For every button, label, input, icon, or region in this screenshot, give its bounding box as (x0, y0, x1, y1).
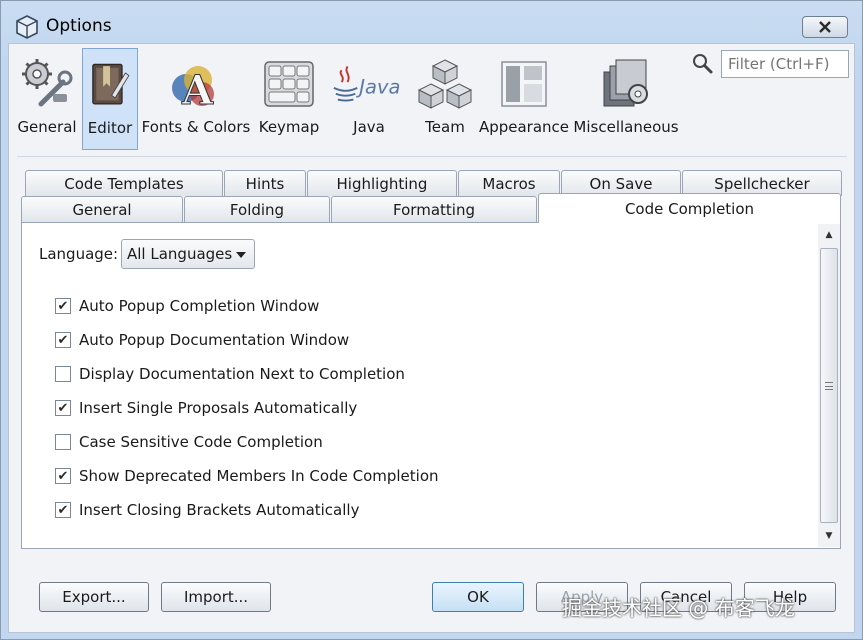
option-label: Insert Closing Brackets Automatically (79, 501, 360, 519)
tab-label: Highlighting (336, 174, 428, 193)
button-label: OK (467, 588, 489, 606)
toolbar-separator (17, 156, 847, 157)
language-value: All Languages (127, 245, 233, 263)
team-cubes-icon (417, 59, 473, 109)
scroll-thumb[interactable] (820, 248, 838, 523)
language-label: Language: (39, 245, 119, 263)
button-label: Import... (183, 588, 249, 606)
category-label: Java (353, 118, 385, 136)
tab-code-templates[interactable]: Code Templates (25, 170, 223, 196)
code-completion-panel: Language: All Languages ✔ Auto Popup Com… (21, 222, 841, 549)
button-label: Export... (62, 588, 126, 606)
category-team[interactable]: Team (414, 48, 476, 150)
tab-label: Code Templates (64, 174, 184, 193)
tab-label: Formatting (393, 200, 475, 219)
java-logo-icon: Java (333, 65, 400, 102)
svg-text:A: A (181, 67, 214, 112)
miscellaneous-icon (603, 59, 648, 107)
option-display-documentation-next[interactable]: Display Documentation Next to Completion (55, 364, 405, 384)
svg-text:Java: Java (355, 76, 400, 99)
option-label: Auto Popup Documentation Window (79, 331, 350, 349)
option-label: Auto Popup Completion Window (79, 297, 320, 315)
category-java[interactable]: Java Java (329, 48, 409, 150)
gears-wrench-icon (22, 59, 73, 107)
tab-label: Folding (229, 200, 285, 219)
editor-book-icon (92, 63, 130, 105)
checkbox[interactable]: ✔ (55, 298, 71, 314)
tab-formatting[interactable]: Formatting (331, 196, 537, 222)
checkbox[interactable] (55, 366, 71, 382)
checkbox[interactable] (55, 434, 71, 450)
watermark: 掘金技术社区 @ 布客飞龙 (562, 596, 795, 620)
category-editor[interactable]: Editor (82, 48, 138, 150)
option-label: Display Documentation Next to Completion (79, 365, 405, 383)
checkbox[interactable]: ✔ (55, 502, 71, 518)
export-button[interactable]: Export... (39, 582, 149, 612)
appearance-windows-icon (501, 61, 547, 107)
tab-label: Spellchecker (714, 174, 810, 193)
language-select[interactable]: All Languages (121, 239, 255, 269)
option-insert-closing-brackets[interactable]: ✔ Insert Closing Brackets Automatically (55, 500, 359, 520)
option-auto-popup-documentation[interactable]: ✔ Auto Popup Documentation Window (55, 330, 349, 350)
close-icon (819, 21, 831, 33)
scroll-up-icon[interactable]: ▲ (818, 224, 840, 246)
import-button[interactable]: Import... (161, 582, 271, 612)
category-label: Keymap (258, 118, 320, 136)
tab-folding[interactable]: Folding (184, 196, 330, 222)
vertical-scrollbar[interactable]: ▲ ▼ (818, 224, 840, 547)
option-label: Show Deprecated Members In Code Completi… (79, 467, 439, 485)
tab-label: Macros (482, 174, 536, 193)
category-keymap[interactable]: Keymap (255, 48, 323, 150)
ok-button[interactable]: OK (432, 582, 524, 612)
category-label: Appearance (478, 118, 570, 136)
close-button[interactable] (802, 16, 848, 38)
tab-code-completion[interactable]: Code Completion (538, 193, 841, 223)
options-window: Options General Editor A Fonts & Colors … (0, 0, 863, 640)
category-label: Fonts & Colors (141, 118, 251, 136)
option-case-sensitive[interactable]: Case Sensitive Code Completion (55, 432, 323, 452)
checkbox[interactable]: ✔ (55, 400, 71, 416)
tab-label: Code Completion (624, 199, 755, 218)
scroll-down-icon[interactable]: ▼ (818, 525, 840, 547)
keyboard-icon (264, 61, 314, 107)
tab-highlighting[interactable]: Highlighting (307, 170, 457, 196)
option-show-deprecated[interactable]: ✔ Show Deprecated Members In Code Comple… (55, 466, 439, 486)
option-insert-single-proposals[interactable]: ✔ Insert Single Proposals Automatically (55, 398, 357, 418)
category-fonts-colors[interactable]: A Fonts & Colors (142, 48, 250, 150)
window-title: Options (46, 16, 112, 36)
checkbox[interactable]: ✔ (55, 332, 71, 348)
options-content: General Editor A Fonts & Colors Keymap J… (8, 43, 855, 633)
tab-general[interactable]: General (21, 196, 183, 222)
checkbox[interactable]: ✔ (55, 468, 71, 484)
option-auto-popup-completion[interactable]: ✔ Auto Popup Completion Window (55, 296, 319, 316)
category-label: Editor (87, 119, 133, 137)
tab-label: On Save (589, 174, 653, 193)
category-general[interactable]: General (13, 48, 81, 150)
fonts-colors-icon: A (172, 66, 215, 112)
tab-label: General (72, 200, 132, 219)
category-label: Team (425, 118, 465, 136)
tab-label: Hints (245, 174, 285, 193)
netbeans-cube-icon (16, 15, 38, 39)
chevron-down-icon (236, 252, 246, 258)
tab-hints[interactable]: Hints (224, 170, 306, 196)
option-label: Insert Single Proposals Automatically (79, 399, 358, 417)
search-icon (693, 54, 713, 74)
category-label: General (17, 118, 77, 136)
option-label: Case Sensitive Code Completion (79, 433, 323, 451)
category-miscellaneous[interactable]: Miscellaneous (573, 48, 679, 150)
category-label: Miscellaneous (573, 118, 679, 136)
filter-input[interactable] (721, 50, 849, 78)
category-appearance[interactable]: Appearance (478, 48, 570, 150)
title-bar: Options (1, 1, 862, 43)
grip-icon (825, 381, 833, 390)
